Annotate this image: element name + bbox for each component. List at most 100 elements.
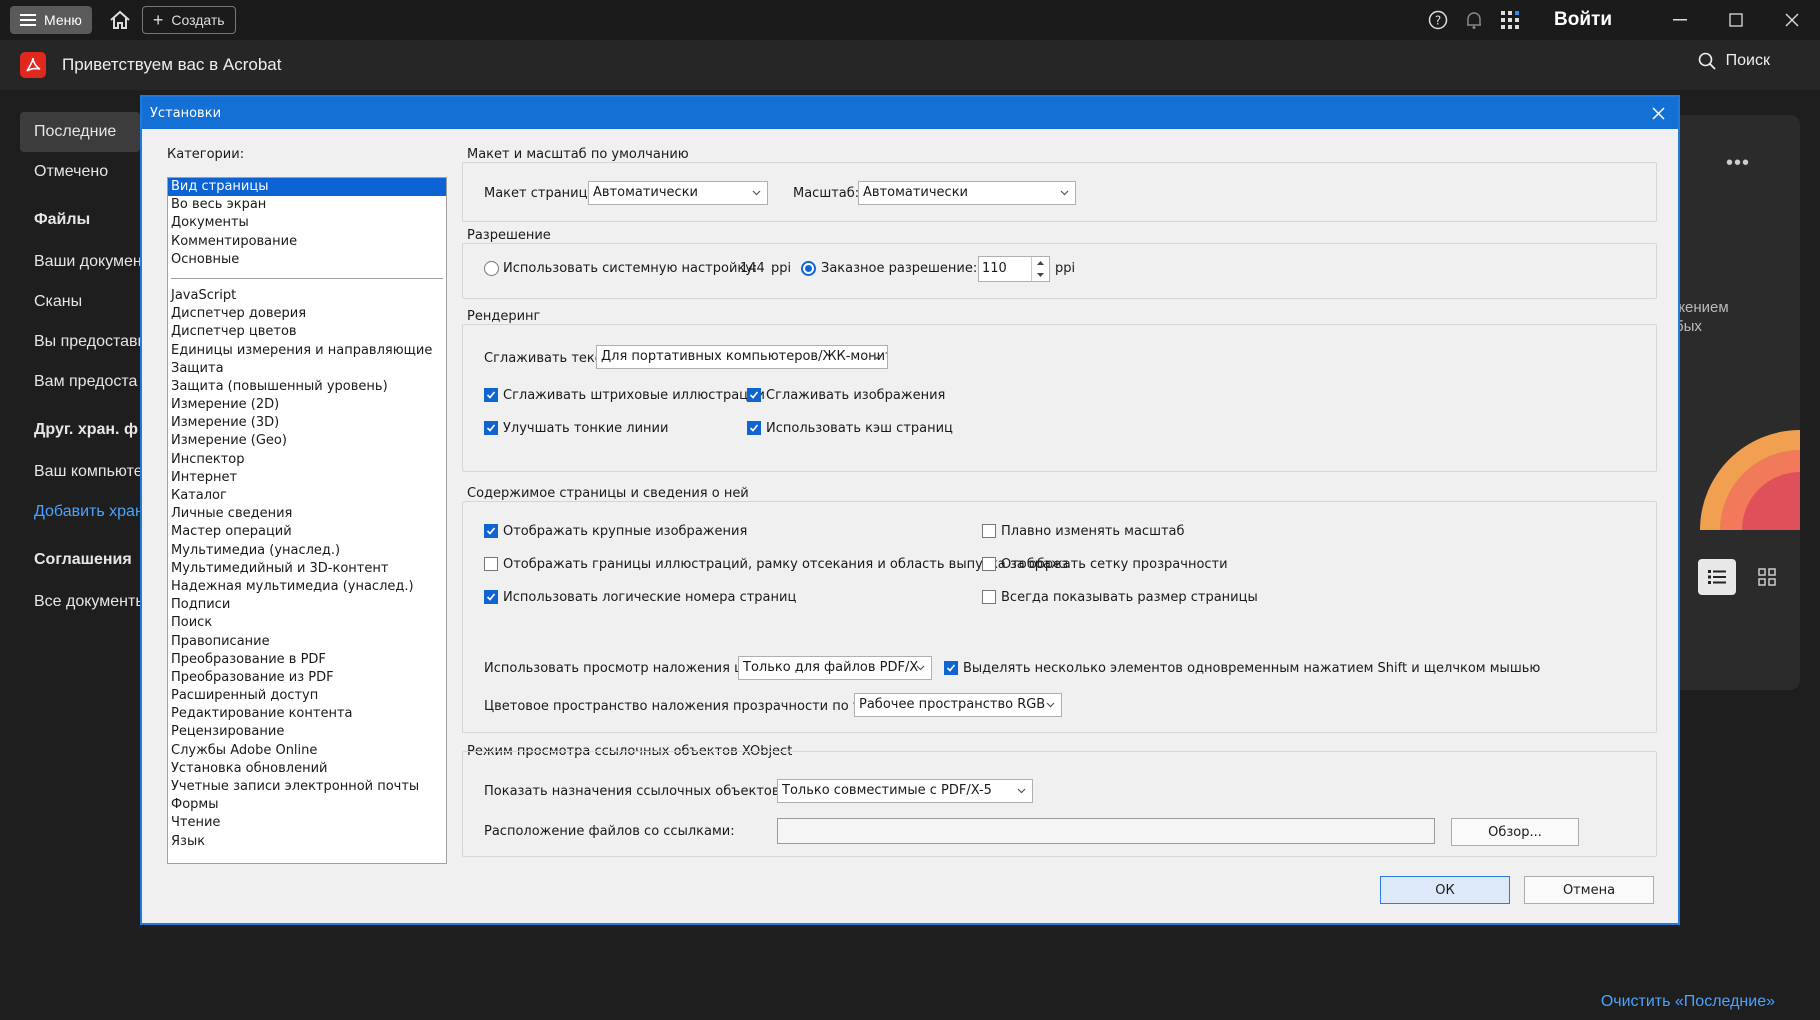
category-item[interactable]: Установка обновлений xyxy=(168,760,446,778)
category-item[interactable]: Рецензирование xyxy=(168,723,446,741)
category-item[interactable]: Службы Adobe Online xyxy=(168,742,446,760)
category-item[interactable]: Интернет xyxy=(168,469,446,487)
smooth-zoom-checkbox[interactable] xyxy=(982,524,996,538)
category-item[interactable]: Диспетчер доверия xyxy=(168,305,446,323)
category-item[interactable]: Чтение xyxy=(168,814,446,832)
system-resolution-radio[interactable] xyxy=(484,261,499,276)
sidebar-item-add-storage[interactable]: Добавить хран xyxy=(20,492,140,532)
notifications-button[interactable] xyxy=(1456,0,1492,40)
category-item[interactable]: Учетные записи электронной почты xyxy=(168,778,446,796)
category-item[interactable]: Каталог xyxy=(168,487,446,505)
enhance-thin-lines-checkbox[interactable] xyxy=(484,421,498,435)
more-options-button[interactable]: ••• xyxy=(1726,152,1750,175)
logical-page-numbers-checkbox[interactable] xyxy=(484,590,498,604)
sidebar-item-your-computer[interactable]: Ваш компьюте xyxy=(20,452,140,492)
close-window-button[interactable] xyxy=(1764,0,1820,40)
stepper-down-button[interactable] xyxy=(1031,269,1049,281)
category-item[interactable]: Правописание xyxy=(168,633,446,651)
minimize-icon xyxy=(1673,19,1687,21)
sidebar-item-scans[interactable]: Сканы xyxy=(20,282,140,322)
category-item[interactable]: Расширенный доступ xyxy=(168,687,446,705)
category-item[interactable]: Личные сведения xyxy=(168,505,446,523)
clear-recent-link[interactable]: Очистить «Последние» xyxy=(1601,993,1775,1011)
home-button[interactable] xyxy=(104,6,136,34)
smooth-line-art-label: Сглаживать штриховые иллюстрации xyxy=(503,388,765,403)
use-page-cache-checkbox[interactable] xyxy=(747,421,761,435)
category-item[interactable]: Поиск xyxy=(168,614,446,632)
custom-resolution-radio[interactable] xyxy=(801,261,816,276)
category-item[interactable]: Во весь экран xyxy=(168,196,446,214)
custom-resolution-stepper[interactable]: 110 xyxy=(978,256,1050,282)
sidebar-item-shared-with-you[interactable]: Вам предоста xyxy=(20,362,140,402)
ok-button[interactable]: ОК xyxy=(1380,876,1510,904)
category-item[interactable]: Защита (повышенный уровень) xyxy=(168,378,446,396)
blend-space-value: Рабочее пространство RGB xyxy=(859,697,1046,712)
category-item[interactable]: Измерение (3D) xyxy=(168,414,446,432)
category-item[interactable]: Защита xyxy=(168,360,446,378)
stepper-up-button[interactable] xyxy=(1031,257,1049,269)
sidebar-item-starred[interactable]: Отмечено xyxy=(20,152,140,192)
smooth-images-checkbox[interactable] xyxy=(747,388,761,402)
overprint-preview-select[interactable]: Только для файлов PDF/X xyxy=(738,656,932,680)
search-label: Поиск xyxy=(1725,52,1770,69)
dialog-close-button[interactable] xyxy=(1646,101,1670,125)
category-item[interactable]: Мультимедиа (унаслед.) xyxy=(168,542,446,560)
category-item[interactable]: Комментирование xyxy=(168,233,446,251)
category-item[interactable]: Преобразование в PDF xyxy=(168,651,446,669)
create-button[interactable]: + Создать xyxy=(141,6,236,34)
category-item[interactable]: Вид страницы xyxy=(168,178,446,197)
list-view-button[interactable] xyxy=(1698,559,1736,595)
category-item[interactable]: Мастер операций xyxy=(168,523,446,541)
shift-multi-select-checkbox[interactable] xyxy=(944,661,958,675)
smooth-line-art-checkbox[interactable] xyxy=(484,388,498,402)
app-header: Приветствуем вас в Acrobat xyxy=(0,40,1820,90)
svg-text:?: ? xyxy=(1435,14,1441,28)
show-transparency-grid-checkbox[interactable] xyxy=(982,557,996,571)
category-item[interactable]: Документы xyxy=(168,214,446,232)
category-item[interactable]: Преобразование из PDF xyxy=(168,669,446,687)
apps-button[interactable] xyxy=(1492,0,1528,40)
page-layout-select[interactable]: Автоматически xyxy=(588,181,768,205)
category-item[interactable]: Измерение (2D) xyxy=(168,396,446,414)
category-item[interactable]: Инспектор xyxy=(168,451,446,469)
sidebar-header-other-storage: Друг. хран. ф xyxy=(34,421,138,438)
minimize-button[interactable] xyxy=(1652,0,1708,40)
browse-button[interactable]: Обзор... xyxy=(1451,818,1579,846)
smooth-text-select[interactable]: Для портативных компьютеров/ЖК-мониторов xyxy=(596,345,888,369)
cancel-button[interactable]: Отмена xyxy=(1524,876,1654,904)
always-show-page-size-checkbox[interactable] xyxy=(982,590,996,604)
blend-space-select[interactable]: Рабочее пространство RGB xyxy=(854,693,1062,717)
category-item[interactable]: JavaScript xyxy=(168,287,446,305)
xobject-targets-select[interactable]: Только совместимые с PDF/X-5 xyxy=(777,779,1033,803)
category-item[interactable]: Основные xyxy=(168,251,446,269)
linked-files-location-field[interactable] xyxy=(777,818,1435,844)
login-button[interactable]: Войти xyxy=(1554,9,1612,31)
sidebar-item-shared-by-you[interactable]: Вы предостави xyxy=(20,322,140,362)
overprint-preview-value: Только для файлов PDF/X xyxy=(743,660,919,675)
search-button[interactable]: Поиск xyxy=(1698,52,1770,70)
group-resolution: Использовать системную настройку: 144 pp… xyxy=(462,243,1657,299)
category-item[interactable]: Формы xyxy=(168,796,446,814)
topbar-right: ? Войти xyxy=(1420,0,1820,40)
show-art-trim-bleed-checkbox[interactable] xyxy=(484,557,498,571)
sidebar-item-recent[interactable]: Последние xyxy=(20,112,140,152)
category-item[interactable]: Диспетчер цветов xyxy=(168,323,446,341)
category-item[interactable]: Измерение (Geo) xyxy=(168,432,446,450)
category-item[interactable]: Редактирование контента xyxy=(168,705,446,723)
grid-view-button[interactable] xyxy=(1748,559,1786,595)
menu-button[interactable]: Меню xyxy=(10,6,92,34)
plus-icon: + xyxy=(152,10,164,30)
categories-list[interactable]: Вид страницы Во весь экран Документы Коммен… xyxy=(167,177,447,864)
category-item[interactable]: Язык xyxy=(168,833,446,851)
zoom-select[interactable]: Автоматически xyxy=(858,181,1076,205)
category-item[interactable]: Подписи xyxy=(168,596,446,614)
category-item[interactable]: Единицы измерения и направляющие xyxy=(168,342,446,360)
sidebar-item-all-documents[interactable]: Все документы xyxy=(20,582,140,622)
category-item[interactable]: Надежная мультимедиа (унаслед.) xyxy=(168,578,446,596)
help-button[interactable]: ? xyxy=(1420,0,1456,40)
show-large-images-checkbox[interactable] xyxy=(484,524,498,538)
smooth-zoom-label: Плавно изменять масштаб xyxy=(1001,524,1185,539)
category-item[interactable]: Мультимедийный и 3D-контент xyxy=(168,560,446,578)
sidebar-item-your-documents[interactable]: Ваши докумен xyxy=(20,242,140,282)
maximize-button[interactable] xyxy=(1708,0,1764,40)
